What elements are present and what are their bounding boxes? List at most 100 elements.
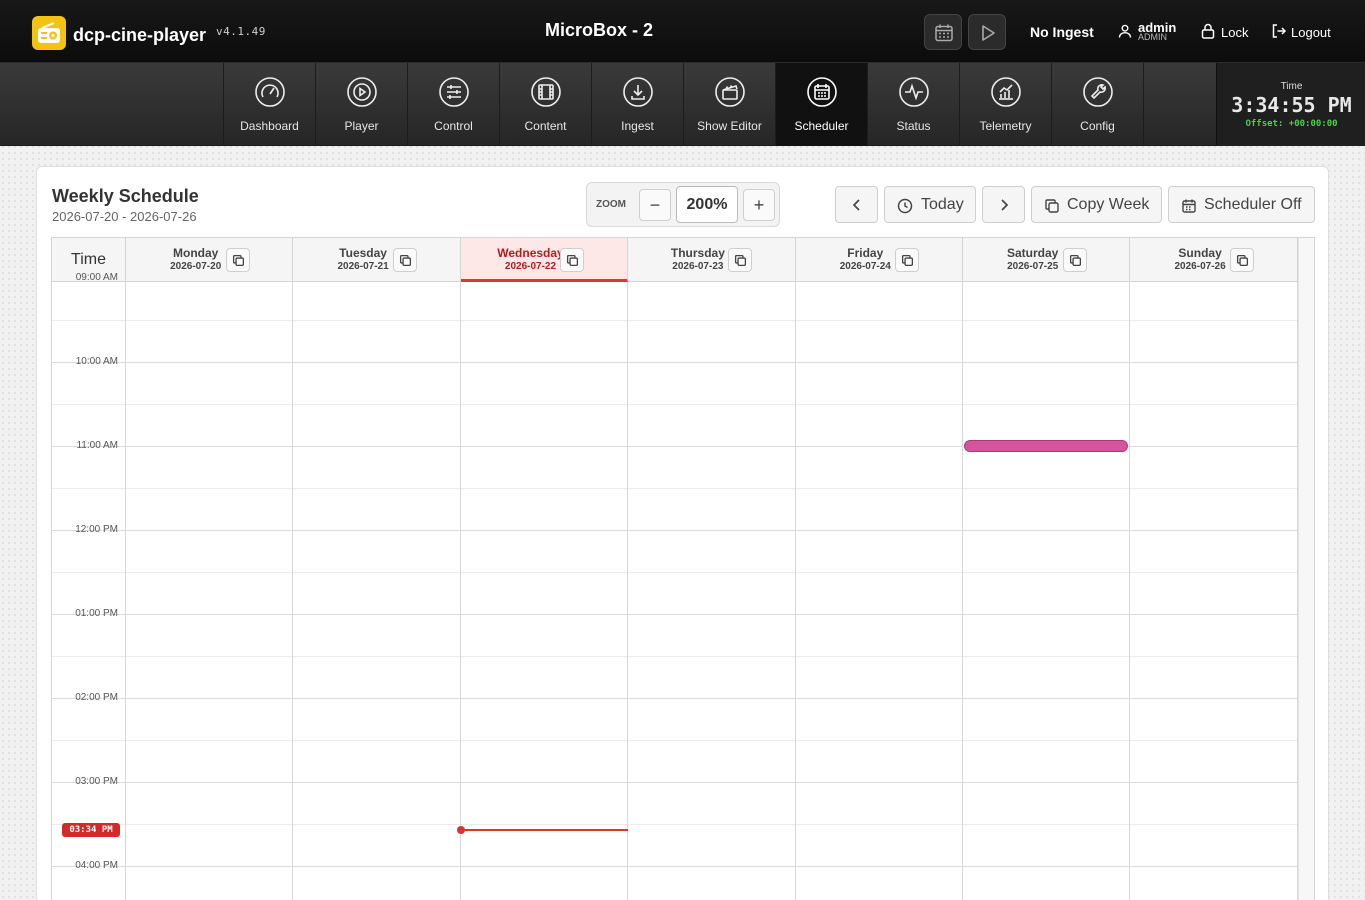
hour-label: 09:00 AM bbox=[75, 272, 118, 283]
download-icon bbox=[623, 77, 653, 107]
lock-label: Lock bbox=[1221, 25, 1249, 40]
zoom-value[interactable]: 200% bbox=[676, 186, 738, 223]
copy-icon bbox=[1045, 199, 1059, 213]
device-title: MicroBox - 2 bbox=[544, 20, 654, 40]
clock-offset: Offset: +00:00:00 bbox=[1245, 119, 1338, 129]
user-role: ADMIN bbox=[1138, 32, 1167, 42]
ingest-status: No Ingest bbox=[1030, 24, 1094, 40]
copy-icon bbox=[1237, 254, 1249, 267]
main-nav: Dashboard Player Control Content Ingest bbox=[0, 63, 1365, 146]
nav-tabs: Dashboard Player Control Content Ingest bbox=[223, 63, 1217, 146]
nav-tab-scheduler[interactable]: Scheduler bbox=[775, 63, 867, 146]
zoom-in-button[interactable]: + bbox=[743, 189, 775, 221]
calendar-header: Time Monday 2026-07-20 Tuesday 2026-07-21 We… bbox=[52, 238, 1298, 282]
schedule-quick-button[interactable] bbox=[924, 14, 962, 50]
day-header-tuesday: Tuesday 2026-07-21 bbox=[293, 238, 461, 281]
scheduler-panel: Weekly Schedule 2026-07-20 - 2026-07-26 … bbox=[36, 166, 1329, 900]
clock-panel: Time 3:34:55 PM Offset: +00:00:00 bbox=[1216, 63, 1365, 146]
previous-week-button[interactable] bbox=[835, 186, 878, 223]
copy-icon bbox=[400, 254, 412, 267]
wrench-icon bbox=[1083, 77, 1113, 107]
lock-icon bbox=[1201, 23, 1215, 39]
day-header-thursday: Thursday 2026-07-23 bbox=[628, 238, 796, 281]
calendar-icon bbox=[807, 77, 837, 107]
day-header-saturday: Saturday 2026-07-25 bbox=[963, 238, 1131, 281]
half-hour-line bbox=[52, 488, 1298, 489]
nav-tab-label: Content bbox=[524, 119, 567, 133]
copy-day-button[interactable] bbox=[727, 248, 752, 272]
week-range: 2026-07-20 - 2026-07-26 bbox=[52, 209, 197, 224]
copy-day-button[interactable] bbox=[1230, 248, 1255, 272]
hour-line bbox=[52, 614, 1298, 615]
chart-icon bbox=[991, 77, 1021, 107]
copy-icon bbox=[567, 254, 579, 267]
copy-icon bbox=[734, 254, 746, 267]
nav-tab-label: Config bbox=[1080, 119, 1115, 133]
nav-tab-status[interactable]: Status bbox=[867, 63, 959, 146]
scheduler-toggle-label: Scheduler Off bbox=[1204, 196, 1302, 213]
copy-day-button[interactable] bbox=[1062, 248, 1087, 272]
calendar-scrollbar[interactable] bbox=[1298, 238, 1314, 900]
nav-tab-label: Control bbox=[434, 119, 473, 133]
zoom-control: ZOOM − 200% + bbox=[586, 182, 780, 227]
next-week-button[interactable] bbox=[982, 186, 1025, 223]
hour-label: 04:00 PM bbox=[75, 860, 118, 871]
nav-tab-label: Dashboard bbox=[240, 119, 299, 133]
clock-time: 3:34:55 PM bbox=[1231, 93, 1352, 117]
hour-line bbox=[52, 362, 1298, 363]
nav-spacer bbox=[1143, 63, 1217, 146]
hour-label: 03:00 PM bbox=[75, 776, 118, 787]
copy-day-button[interactable] bbox=[895, 248, 920, 272]
zoom-out-button[interactable]: − bbox=[639, 189, 671, 221]
nav-tab-control[interactable]: Control bbox=[407, 63, 499, 146]
copy-week-button[interactable]: Copy Week bbox=[1031, 186, 1162, 223]
scheduler-toggle-button[interactable]: Scheduler Off bbox=[1168, 186, 1315, 223]
day-column-divider bbox=[125, 282, 126, 900]
play-quick-button[interactable] bbox=[968, 14, 1006, 50]
today-button[interactable]: Today bbox=[884, 186, 976, 223]
copy-day-button[interactable] bbox=[393, 248, 418, 272]
top-bar: dcp-cine-player v4.1.49 MicroBox - 2 No … bbox=[0, 0, 1365, 63]
current-time-dot bbox=[456, 825, 465, 834]
current-time-badge: 03:34 PM bbox=[62, 822, 120, 837]
day-column-divider bbox=[627, 282, 629, 900]
calendar-body[interactable]: 09:00 AM 10:00 AM 11:00 AM 12:00 PM 01:00 PM… bbox=[52, 272, 1298, 900]
day-header-friday: Friday 2026-07-24 bbox=[796, 238, 963, 281]
day-column-divider bbox=[1129, 282, 1131, 900]
copy-day-button[interactable] bbox=[560, 248, 585, 272]
nav-tab-ingest[interactable]: Ingest bbox=[591, 63, 683, 146]
hour-line bbox=[52, 866, 1298, 867]
calendar-icon bbox=[935, 24, 953, 42]
half-hour-line bbox=[52, 740, 1298, 741]
nav-tab-content[interactable]: Content bbox=[499, 63, 591, 146]
nav-tab-config[interactable]: Config bbox=[1051, 63, 1143, 146]
page-title: Weekly Schedule bbox=[52, 186, 199, 206]
hour-label: 10:00 AM bbox=[75, 356, 118, 367]
current-time-line bbox=[460, 828, 629, 831]
chevron-left-icon bbox=[852, 199, 860, 211]
zoom-label: ZOOM bbox=[596, 199, 626, 210]
nav-tab-dashboard[interactable]: Dashboard bbox=[223, 63, 315, 146]
nav-tab-telemetry[interactable]: Telemetry bbox=[959, 63, 1051, 146]
copy-icon bbox=[232, 254, 244, 267]
week-calendar: Time Monday 2026-07-20 Tuesday 2026-07-21 We… bbox=[51, 237, 1315, 900]
nav-tab-show-editor[interactable]: Show Editor bbox=[683, 63, 775, 146]
copy-day-button[interactable] bbox=[225, 248, 250, 272]
schedule-event[interactable] bbox=[964, 440, 1129, 452]
hour-label: 01:00 PM bbox=[75, 608, 118, 619]
today-label: Today bbox=[921, 196, 964, 213]
user-icon bbox=[1118, 24, 1132, 38]
half-hour-line bbox=[52, 572, 1298, 573]
copy-week-label: Copy Week bbox=[1067, 196, 1150, 213]
nav-tab-player[interactable]: Player bbox=[315, 63, 407, 146]
play-icon bbox=[982, 25, 995, 41]
nav-tab-label: Telemetry bbox=[979, 119, 1032, 133]
copy-icon bbox=[902, 254, 914, 267]
gauge-icon bbox=[255, 77, 285, 107]
hour-line bbox=[52, 530, 1298, 531]
hour-label: 11:00 AM bbox=[76, 440, 118, 451]
hour-line bbox=[52, 698, 1298, 699]
nav-tab-label: Status bbox=[896, 119, 931, 133]
app-name: dcp-cine-player bbox=[73, 25, 207, 45]
clock-icon bbox=[897, 198, 913, 214]
